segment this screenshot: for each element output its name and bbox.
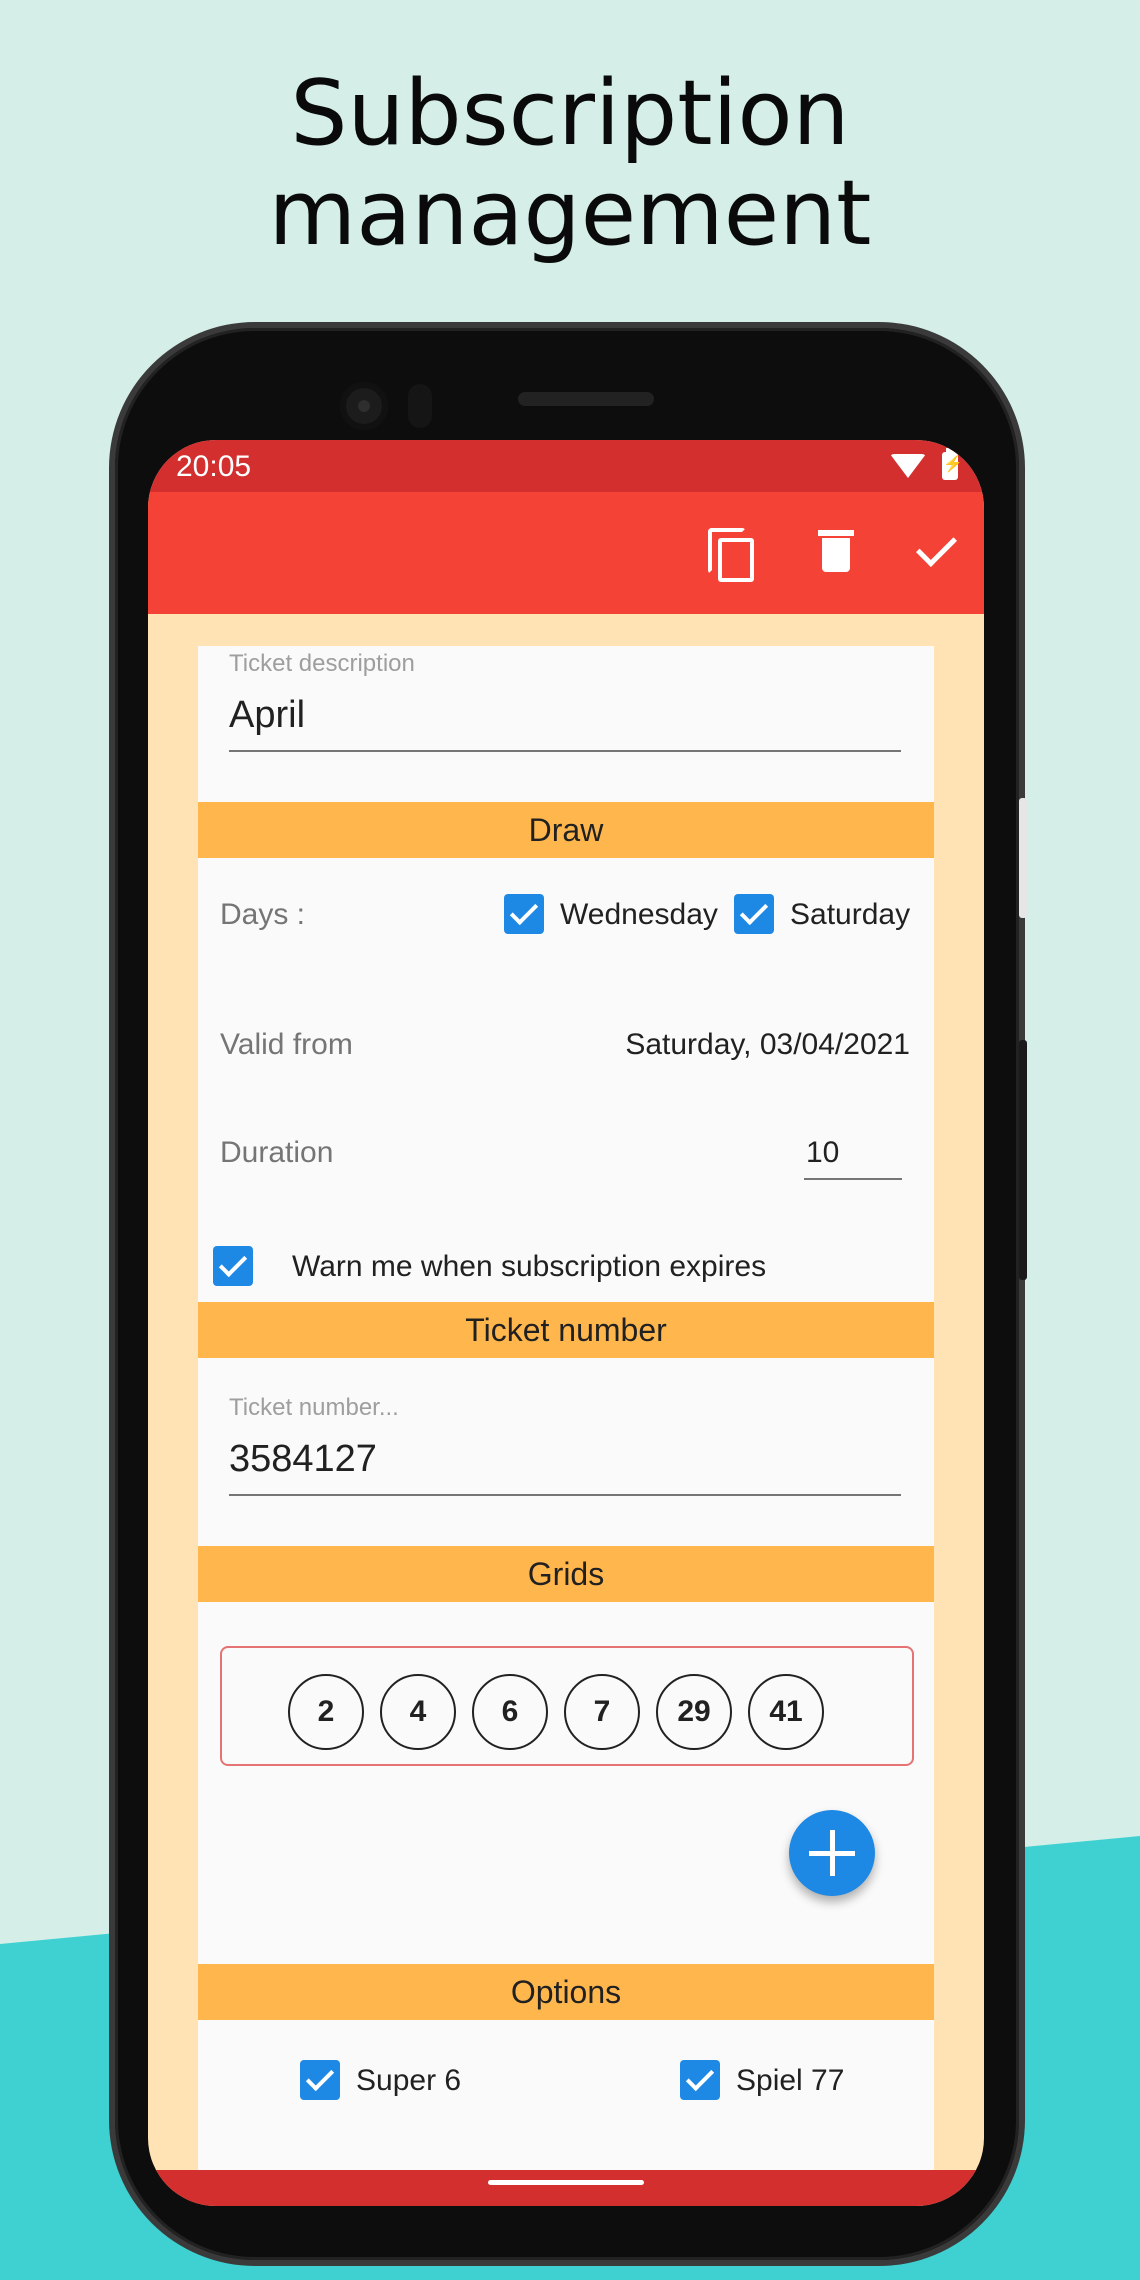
wednesday-checkbox[interactable]	[504, 894, 544, 934]
phone-screen: 20:05 Ticket description April Draw Days…	[148, 440, 984, 2206]
power-button	[1019, 798, 1027, 918]
grid-number: 29	[656, 1674, 732, 1750]
navigation-bar	[148, 2170, 984, 2206]
grid-number: 6	[472, 1674, 548, 1750]
grids-header: Grids	[198, 1546, 934, 1602]
ticket-description-input[interactable]: April	[229, 694, 305, 737]
super6-checkbox[interactable]	[300, 2060, 340, 2100]
add-grid-button[interactable]	[789, 1810, 875, 1896]
home-handle[interactable]	[488, 2180, 644, 2185]
ticket-number-header: Ticket number	[198, 1302, 934, 1358]
ticket-description-underline	[229, 750, 901, 752]
ticket-description-label: Ticket description	[229, 650, 415, 677]
duration-input[interactable]: 10	[806, 1136, 839, 1170]
promo-title-line2: management	[268, 161, 872, 266]
copy-icon[interactable]	[702, 522, 762, 582]
valid-from-label: Valid from	[220, 1028, 353, 1061]
valid-from-value[interactable]: Saturday, 03/04/2021	[625, 1028, 910, 1062]
front-camera	[340, 382, 388, 430]
saturday-checkbox[interactable]	[734, 894, 774, 934]
warn-checkbox[interactable]	[213, 1246, 253, 1286]
super6-label: Super 6	[356, 2064, 462, 2097]
wifi-icon	[890, 454, 926, 478]
draw-header: Draw	[198, 802, 934, 858]
ticket-number-underline	[229, 1494, 901, 1496]
ticket-number-input[interactable]: 3584127	[229, 1438, 377, 1481]
status-time: 20:05	[176, 450, 252, 483]
spiel77-checkbox[interactable]	[680, 2060, 720, 2100]
form-content: Ticket description April Draw Days : Wed…	[198, 646, 934, 2176]
grid-card[interactable]: 2 4 6 7 29 41	[220, 1646, 914, 1766]
duration-label: Duration	[220, 1136, 334, 1169]
promo-title: Subscription management	[0, 64, 1140, 264]
warn-label: Warn me when subscription expires	[292, 1250, 767, 1283]
wednesday-label: Wednesday	[560, 898, 718, 931]
check-icon[interactable]	[910, 522, 970, 582]
sensor	[408, 384, 432, 428]
saturday-label: Saturday	[790, 898, 911, 931]
status-bar: 20:05	[148, 440, 984, 492]
promo-title-line1: Subscription	[290, 61, 850, 166]
ticket-number-label: Ticket number...	[229, 1394, 399, 1421]
grid-number: 2	[288, 1674, 364, 1750]
spiel77-label: Spiel 77	[736, 2064, 845, 2097]
earpiece-speaker	[518, 392, 654, 406]
volume-button	[1019, 1040, 1027, 1280]
delete-icon[interactable]	[808, 522, 868, 582]
grid-number: 4	[380, 1674, 456, 1750]
days-label: Days :	[220, 898, 306, 931]
grid-number: 7	[564, 1674, 640, 1750]
options-header: Options	[198, 1964, 934, 2020]
grid-number: 41	[748, 1674, 824, 1750]
battery-icon	[942, 448, 963, 480]
app-bar	[148, 492, 984, 614]
duration-underline	[804, 1178, 902, 1180]
